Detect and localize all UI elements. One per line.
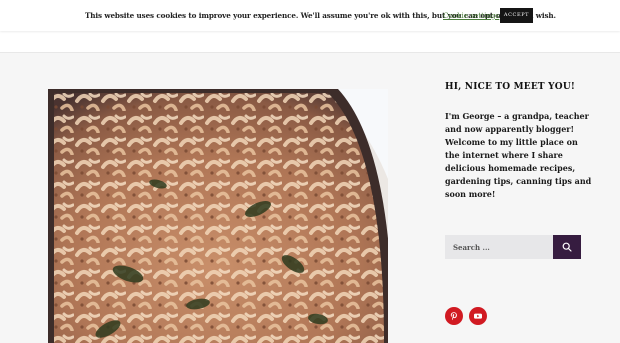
cookie-settings-link[interactable]: Cookie settings bbox=[443, 11, 499, 20]
sidebar-bio: I'm George – a grandpa, teacher and now … bbox=[445, 111, 592, 199]
search-input[interactable] bbox=[445, 235, 553, 259]
search-button[interactable] bbox=[553, 235, 581, 259]
cookie-accept-button[interactable]: ACCEPT bbox=[500, 8, 533, 23]
recipe-photo bbox=[48, 89, 388, 343]
youtube-icon bbox=[474, 313, 482, 319]
sidebar-title: HI, NICE TO MEET YOU! bbox=[445, 82, 576, 92]
cookie-bar: This website uses cookies to improve you… bbox=[0, 0, 620, 31]
youtube-link[interactable] bbox=[469, 307, 487, 325]
macaroni-pot-image bbox=[48, 89, 388, 343]
pinterest-link[interactable] bbox=[445, 307, 463, 325]
search-icon bbox=[562, 242, 572, 252]
pinterest-icon bbox=[450, 312, 457, 321]
